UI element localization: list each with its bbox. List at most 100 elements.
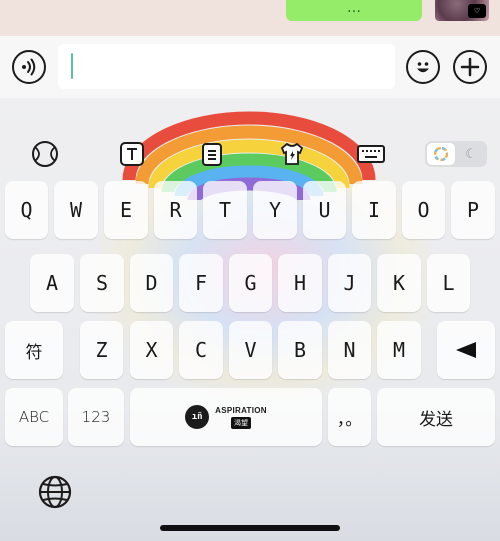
avatar-badge: ♡ — [468, 4, 486, 18]
key-label: J — [343, 271, 356, 295]
key-label: O — [417, 198, 430, 222]
key-label: A — [45, 271, 59, 295]
key-m[interactable]: M — [377, 321, 421, 379]
key-label: Z — [95, 338, 108, 362]
voice-input-icon — [22, 58, 36, 76]
key-label: P — [466, 198, 480, 222]
key-label: I — [367, 198, 381, 222]
key-y[interactable]: Y — [253, 181, 297, 239]
key-label: B — [293, 338, 307, 362]
chat-bubble-text: … — [347, 0, 361, 16]
key-p[interactable]: P — [451, 181, 495, 239]
key-label: Y — [268, 198, 282, 222]
color-wheel-icon — [434, 147, 448, 161]
key-t[interactable]: T — [203, 181, 247, 239]
brand-text: ASPIRATION 渴望 — [215, 406, 267, 429]
key-label: V — [244, 338, 257, 362]
space-key[interactable]: ıñ ASPIRATION 渴望 — [130, 388, 322, 446]
text-style-button[interactable] — [117, 139, 147, 169]
voice-input-button[interactable] — [12, 50, 46, 84]
clipboard-button[interactable] — [197, 139, 227, 169]
key-f[interactable]: F — [179, 254, 223, 312]
number-key[interactable]: 123 — [68, 388, 124, 446]
backspace-key[interactable] — [437, 321, 495, 379]
keyboard: ☾ Q W E R T Y U I O P A S D F G H J K L … — [0, 98, 500, 541]
key-n[interactable]: N — [328, 321, 371, 379]
clipboard-icon — [202, 143, 222, 166]
punctuation-key[interactable]: ，。 — [328, 388, 371, 446]
chat-bubble[interactable]: … — [286, 0, 422, 21]
backspace-icon — [456, 342, 476, 358]
key-l[interactable]: L — [427, 254, 470, 312]
key-label: ，。 — [336, 409, 363, 430]
send-key[interactable]: 发送 — [377, 388, 495, 446]
key-w[interactable]: W — [54, 181, 98, 239]
more-options-button[interactable] — [453, 50, 487, 84]
key-i[interactable]: I — [352, 181, 396, 239]
tennis-ball-button[interactable] — [30, 139, 60, 169]
key-k[interactable]: K — [377, 254, 421, 312]
moon-icon: ☾ — [465, 146, 477, 162]
emoji-icon — [417, 62, 429, 73]
text-caret — [71, 53, 73, 79]
tshirt-theme-icon — [280, 142, 304, 165]
abc-key[interactable]: ABC — [5, 388, 63, 446]
text-icon — [120, 142, 144, 166]
key-label: X — [145, 338, 158, 362]
key-label: S — [95, 271, 109, 295]
brand-name: ASPIRATION — [215, 405, 267, 415]
message-input[interactable] — [58, 44, 395, 89]
key-o[interactable]: O — [402, 181, 445, 239]
key-b[interactable]: B — [278, 321, 322, 379]
key-label: L — [442, 271, 455, 295]
emoji-button[interactable] — [406, 50, 440, 84]
theme-skin-button[interactable] — [277, 139, 307, 169]
key-label: T — [218, 198, 232, 222]
key-label: ABC — [18, 408, 50, 426]
key-label: D — [145, 271, 158, 295]
key-label: C — [194, 338, 208, 362]
key-label: U — [318, 198, 331, 222]
key-u[interactable]: U — [303, 181, 346, 239]
key-label: R — [169, 198, 182, 222]
light-mode-option[interactable] — [427, 143, 455, 165]
chat-input-bar — [0, 36, 500, 98]
key-label: 123 — [81, 408, 111, 426]
space-brand: ıñ ASPIRATION 渴望 — [185, 405, 267, 429]
key-g[interactable]: G — [229, 254, 272, 312]
dark-mode-option[interactable]: ☾ — [457, 143, 485, 165]
key-z[interactable]: Z — [80, 321, 123, 379]
plus-icon — [460, 57, 480, 77]
key-label: F — [194, 271, 208, 295]
home-indicator[interactable] — [160, 525, 340, 531]
key-a[interactable]: A — [30, 254, 74, 312]
chat-strip: … ♡ — [0, 0, 500, 36]
key-label: N — [343, 338, 356, 362]
key-label: H — [293, 271, 307, 295]
key-label: W — [69, 198, 83, 222]
key-s[interactable]: S — [80, 254, 124, 312]
key-c[interactable]: C — [179, 321, 223, 379]
key-v[interactable]: V — [229, 321, 272, 379]
globe-icon[interactable] — [37, 474, 73, 510]
tennis-ball-icon — [32, 141, 58, 167]
symbol-key[interactable]: 符 — [5, 321, 63, 379]
key-label: E — [119, 198, 133, 222]
key-r[interactable]: R — [154, 181, 197, 239]
key-x[interactable]: X — [130, 321, 173, 379]
key-j[interactable]: J — [328, 254, 371, 312]
key-e[interactable]: E — [104, 181, 148, 239]
key-h[interactable]: H — [278, 254, 322, 312]
key-label: Q — [20, 198, 33, 222]
avatar[interactable]: ♡ — [435, 0, 489, 21]
key-label: G — [244, 271, 257, 295]
light-dark-toggle[interactable]: ☾ — [425, 141, 487, 167]
brand-sub: 渴望 — [231, 416, 251, 429]
key-d[interactable]: D — [130, 254, 173, 312]
keyboard-switch-button[interactable] — [355, 139, 387, 169]
key-label: K — [392, 271, 406, 295]
key-label: M — [392, 338, 406, 362]
key-label: 符 — [25, 342, 43, 363]
keyboard-icon — [357, 145, 385, 163]
key-q[interactable]: Q — [5, 181, 48, 239]
